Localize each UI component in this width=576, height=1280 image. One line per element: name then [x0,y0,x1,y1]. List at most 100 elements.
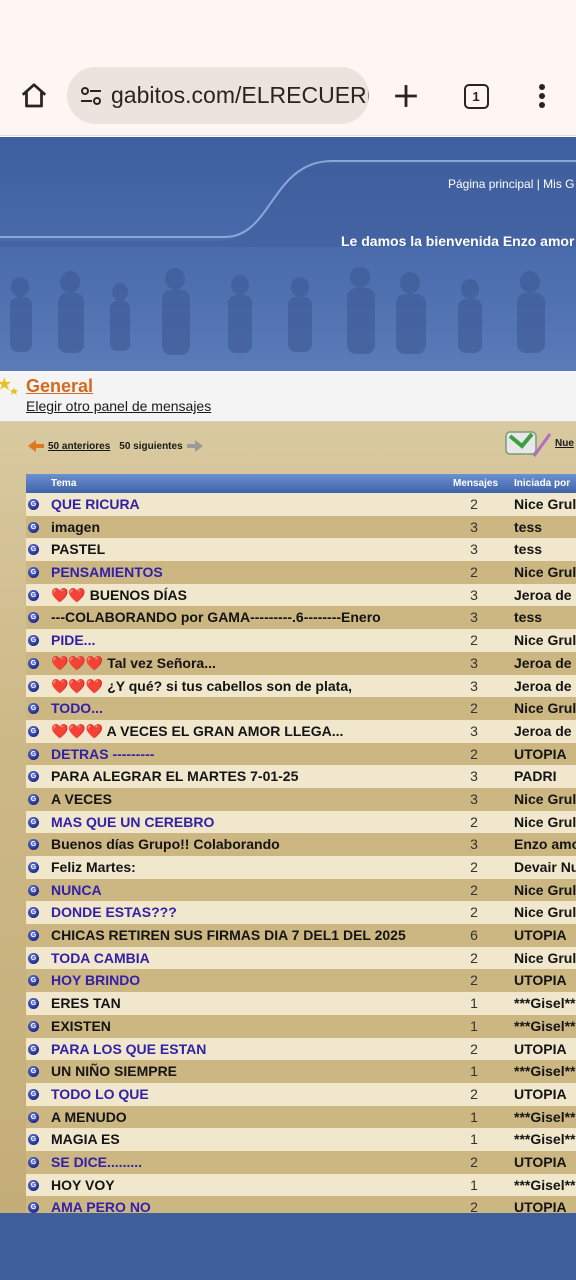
topic-row[interactable]: G TODA CAMBIA 2 Nice Grull [26,946,576,970]
topic-title-text[interactable]: A MENUDO [51,1109,127,1125]
topic-title-link[interactable]: SE DICE......... [51,1154,142,1170]
choose-board-link[interactable]: Elegir otro panel de mensajes [26,398,211,414]
author-name[interactable]: Jeroa de l [514,723,576,739]
topic-title-link[interactable]: HOY BRINDO [51,972,140,988]
topic-title-link[interactable]: HOY VOY [51,1177,115,1193]
topic-row[interactable]: G ❤️❤️ BUENOS DÍAS 3 Jeroa de l [26,583,576,607]
url-text[interactable]: gabitos.com/ELRECUERDO [111,82,369,109]
topic-title-link[interactable]: DETRAS --------- [51,746,154,762]
more-menu-icon[interactable] [528,76,556,116]
topic-row[interactable]: G UN NIÑO SIEMPRE 1 ***Gisel** [26,1060,576,1083]
topic-row[interactable]: G CHICAS RETIREN SUS FIRMAS DIA 7 DEL1 DE… [26,924,576,947]
author-name[interactable]: Nice Grull [514,564,576,580]
new-topic-button[interactable]: Nue [502,426,574,460]
topic-title-text[interactable]: HOY BRINDO [51,972,140,988]
author-name[interactable]: UTOPIA [514,927,567,943]
topic-title-text[interactable]: SE DICE......... [51,1154,142,1170]
topic-title-link[interactable]: Buenos días Grupo!! Colaborando [51,836,280,852]
new-topic-icon[interactable] [502,426,552,460]
topic-title-text[interactable]: PENSAMIENTOS [51,564,163,580]
topic-title-text[interactable]: AMA PERO NO [51,1199,151,1213]
topic-title-link[interactable]: PARA ALEGRAR EL MARTES 7-01-25 [51,768,298,784]
topic-row[interactable]: G ❤️❤️❤️ A VECES EL GRAN AMOR LLEGA... 3 Je… [26,719,576,743]
author-name[interactable]: ***Gisel** [514,1063,575,1079]
author-name[interactable]: Enzo amo [514,836,576,852]
topic-title-link[interactable]: ❤️❤️❤️ Tal vez Señora... [51,655,216,672]
topic-title-link[interactable]: TODO... [51,700,103,716]
site-nav-links[interactable]: Página principal | Mis G [448,177,575,191]
author-name[interactable]: UTOPIA [514,1199,567,1213]
topic-title-text[interactable]: TODO... [51,700,103,716]
author-name[interactable]: tess [514,519,542,535]
topic-row[interactable]: G PARA ALEGRAR EL MARTES 7-01-25 3 PADRI [26,765,576,788]
author-name[interactable]: UTOPIA [514,1154,567,1170]
topic-row[interactable]: G AMA PERO NO 2 UTOPIA [26,1196,576,1213]
topic-title-text[interactable]: BUENOS DÍAS [90,587,187,603]
topic-row[interactable]: G A MENUDO 1 ***Gisel** [26,1105,576,1129]
topic-title-text[interactable]: NUNCA [51,882,102,898]
board-title-link[interactable]: General [26,376,93,397]
author-name[interactable]: UTOPIA [514,1086,567,1102]
topic-title-text[interactable]: PASTEL [51,541,105,557]
topic-title-link[interactable]: DONDE ESTAS??? [51,904,177,920]
author-name[interactable]: Nice Grull [514,700,576,716]
topic-row[interactable]: G ---COLABORANDO por GAMA---------.6-----… [26,606,576,630]
topic-row[interactable]: G PENSAMIENTOS 2 Nice Grull [26,561,576,584]
prev-page-link[interactable]: 50 anteriores [48,441,110,452]
address-bar[interactable]: gabitos.com/ELRECUERDO [67,67,369,124]
topic-row[interactable]: G DONDE ESTAS??? 2 Nice Grull [26,901,576,925]
topic-row[interactable]: G PASTEL 3 tess [26,538,576,562]
author-name[interactable]: ***Gisel** [514,1131,575,1147]
tab-switcher-button[interactable]: 1 [458,78,494,114]
topic-title-link[interactable]: Feliz Martes: [51,859,136,875]
topic-title-text[interactable]: TODA CAMBIA [51,950,150,966]
topic-title-link[interactable]: QUE RICURA [51,496,140,512]
author-name[interactable]: tess [514,541,542,557]
topic-row[interactable]: G DETRAS --------- 2 UTOPIA [26,742,576,766]
author-name[interactable]: Jeroa de l [514,655,576,671]
topic-title-text[interactable]: MAGIA ES [51,1131,120,1147]
topic-title-text[interactable]: DONDE ESTAS??? [51,904,177,920]
topic-title-link[interactable]: PENSAMIENTOS [51,564,163,580]
topic-row[interactable]: G TODO LO QUE 2 UTOPIA [26,1082,576,1106]
topic-title-text[interactable]: CHICAS RETIREN SUS FIRMAS DIA 7 DEL1 DEL… [51,927,406,943]
topic-title-text[interactable]: PIDE... [51,632,95,648]
topic-title-link[interactable]: PASTEL [51,541,105,557]
author-name[interactable]: ***Gisel** [514,995,575,1011]
author-name[interactable]: Jeroa de l [514,678,576,694]
topic-row[interactable]: G ❤️❤️❤️ ¿Y qué? si tus cabellos son de p… [26,674,576,698]
author-name[interactable]: UTOPIA [514,972,567,988]
author-name[interactable]: Nice Grull [514,882,576,898]
author-name[interactable]: Nice Grull [514,496,576,512]
topic-row[interactable]: G Feliz Martes: 2 Devair Nu [26,856,576,879]
topic-row[interactable]: G PARA LOS QUE ESTAN 2 UTOPIA [26,1037,576,1061]
topic-row[interactable]: G SE DICE......... 2 UTOPIA [26,1150,576,1174]
topic-row[interactable]: G ❤️❤️❤️ Tal vez Señora... 3 Jeroa de l [26,651,576,675]
author-name[interactable]: UTOPIA [514,746,567,762]
author-name[interactable]: UTOPIA [514,1041,567,1057]
topic-title-link[interactable]: NUNCA [51,882,102,898]
new-tab-icon[interactable] [388,76,424,116]
topic-title-link[interactable]: ERES TAN [51,995,121,1011]
topic-row[interactable]: G EXISTEN 1 ***Gisel** [26,1014,576,1038]
topic-title-link[interactable]: imagen [51,519,100,535]
author-name[interactable]: Nice Grull [514,632,576,648]
new-topic-label[interactable]: Nue [555,438,574,449]
topic-title-text[interactable]: PARA LOS QUE ESTAN [51,1041,206,1057]
author-name[interactable]: Nice Grull [514,950,576,966]
topic-title-link[interactable]: AMA PERO NO [51,1199,151,1213]
topic-title-text[interactable]: ERES TAN [51,995,121,1011]
author-name[interactable]: ***Gisel** [514,1177,575,1193]
topic-row[interactable]: Gimagen 3 tess [26,515,576,539]
topic-row[interactable]: G PIDE... 2 Nice Grull [26,629,576,652]
topic-title-link[interactable]: TODA CAMBIA [51,950,150,966]
topic-title-text[interactable]: UN NIÑO SIEMPRE [51,1063,177,1079]
topic-title-text[interactable]: QUE RICURA [51,496,140,512]
topic-title-link[interactable]: ---COLABORANDO por GAMA---------.6------… [51,609,381,625]
topic-title-text[interactable]: Buenos días Grupo!! Colaborando [51,836,280,852]
author-name[interactable]: ***Gisel** [514,1109,575,1125]
topic-title-text[interactable]: Tal vez Señora... [107,655,216,671]
topic-title-link[interactable]: PIDE... [51,632,95,648]
topic-title-link[interactable]: ❤️❤️❤️ ¿Y qué? si tus cabellos son de pl… [51,678,352,695]
topic-title-link[interactable]: TODO LO QUE [51,1086,149,1102]
